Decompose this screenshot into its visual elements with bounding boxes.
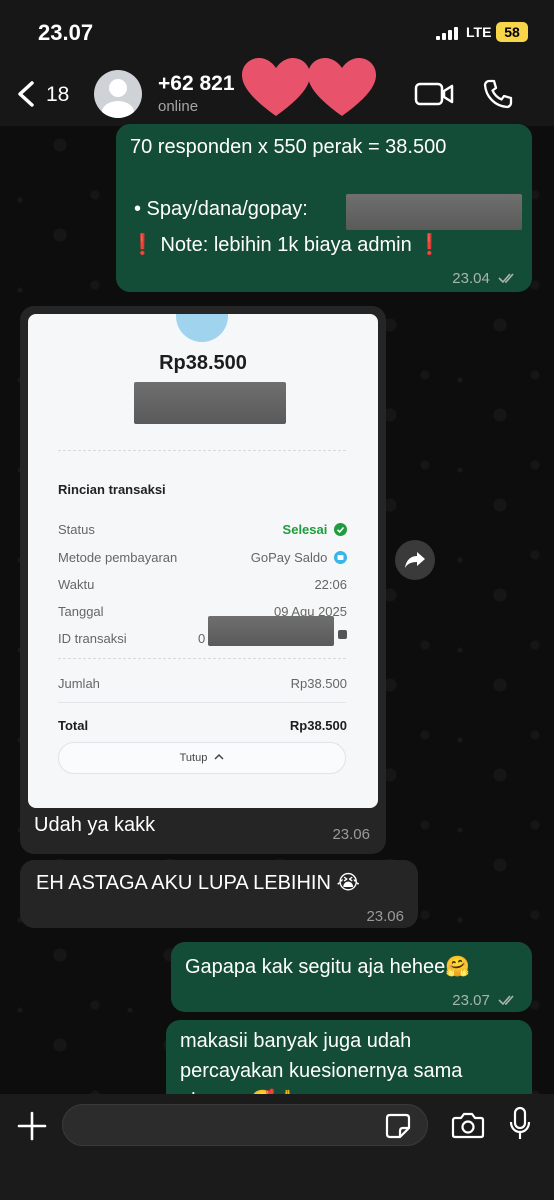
chat-header: 18 +62 821 online: [0, 58, 554, 126]
chevron-up-icon: [214, 753, 224, 760]
message-time: 23.07: [452, 992, 490, 1009]
message-text: ❗ Note: lebihin 1k biaya admin ❗: [130, 234, 443, 256]
signal-icon: [436, 26, 464, 40]
mic-icon[interactable]: [508, 1106, 532, 1142]
avatar-placeholder-icon: [102, 79, 134, 118]
status-time: 23.07: [38, 20, 94, 45]
message-time: 23.04: [452, 270, 490, 287]
total-value: Rp38.500: [289, 718, 347, 733]
message-text: EH ASTAGA AKU LUPA LEBIHIN 😭: [36, 872, 360, 894]
message-text: 70 responden x 550 perak = 38.500: [130, 136, 447, 158]
row-label-status: Status: [58, 522, 95, 537]
status-bar: 23.07 LTE 58: [0, 0, 554, 64]
copy-icon: [338, 630, 347, 639]
message-time: 23.06: [366, 908, 404, 925]
message-input-bar: [0, 1094, 554, 1200]
contact-name[interactable]: +62 821: [158, 72, 235, 96]
battery-indicator: 58: [496, 22, 528, 42]
divider: [58, 702, 346, 703]
avatar[interactable]: [94, 70, 142, 118]
plus-icon[interactable]: [16, 1110, 48, 1142]
message-bubble-incoming[interactable]: EH ASTAGA AKU LUPA LEBIHIN 😭 23.06: [20, 860, 418, 928]
row-value-method: GoPay Saldo: [251, 550, 347, 565]
row-value-time: 22:06: [314, 577, 347, 592]
gopay-icon: [334, 551, 347, 564]
receipt-image[interactable]: Rp38.500 Rincian transaksi Status Selesa…: [28, 314, 378, 808]
jumlah-value: Rp38.500: [290, 676, 347, 691]
row-value-status: Selesai: [283, 522, 347, 537]
read-ticks-icon: [498, 995, 514, 1006]
row-label-time: Waktu: [58, 577, 95, 592]
message-text: makasii banyak juga udah: [180, 1030, 412, 1052]
message-text: Gapapa kak segitu aja hehee🤗: [185, 956, 471, 978]
message-text: • Spay/dana/gopay:: [134, 198, 308, 220]
network-type: LTE: [466, 24, 492, 40]
row-label-date: Tanggal: [58, 604, 104, 619]
check-circle-icon: [334, 523, 347, 536]
forward-button[interactable]: [395, 540, 435, 580]
message-time: 23.06: [332, 826, 370, 843]
message-caption: Udah ya kakk: [34, 814, 156, 836]
row-value-transaction-id: 0: [198, 631, 206, 646]
receipt-section-title: Rincian transaksi: [58, 482, 166, 497]
total-label: Total: [58, 718, 89, 733]
contact-status: online: [158, 98, 199, 115]
message-meta: 23.04: [452, 264, 518, 294]
video-call-icon[interactable]: [414, 80, 454, 108]
sticker-icon[interactable]: [384, 1112, 412, 1140]
camera-icon[interactable]: [451, 1110, 485, 1140]
message-bubble-outgoing[interactable]: Gapapa kak segitu aja hehee🤗 23.07: [171, 942, 532, 1012]
jumlah-label: Jumlah: [58, 676, 100, 691]
close-button[interactable]: Tutup: [58, 742, 346, 774]
message-text: percayakan kuesionernya sama: [180, 1060, 463, 1082]
share-icon: [405, 552, 425, 568]
unread-count[interactable]: 18: [46, 83, 69, 107]
redacted-block: [346, 194, 522, 230]
message-bubble-outgoing[interactable]: 70 responden x 550 perak = 38.500 • Spay…: [116, 124, 532, 292]
divider: [58, 658, 346, 659]
redacted-block: [208, 616, 334, 646]
heart-sticker: [242, 58, 376, 116]
message-meta: 23.07: [452, 986, 518, 1016]
row-label-method: Metode pembayaran: [58, 550, 178, 565]
gopay-logo: [176, 314, 228, 342]
back-chevron-icon[interactable]: [14, 80, 40, 108]
divider: [58, 450, 346, 451]
redacted-block: [134, 382, 286, 424]
message-input[interactable]: [62, 1104, 428, 1146]
read-ticks-icon: [498, 273, 514, 284]
phone-call-icon[interactable]: [482, 78, 514, 110]
row-label-transaction-id: ID transaksi: [58, 631, 127, 646]
message-bubble-incoming-image[interactable]: Rp38.500 Rincian transaksi Status Selesa…: [20, 306, 386, 854]
receipt-amount: Rp38.500: [159, 352, 247, 374]
